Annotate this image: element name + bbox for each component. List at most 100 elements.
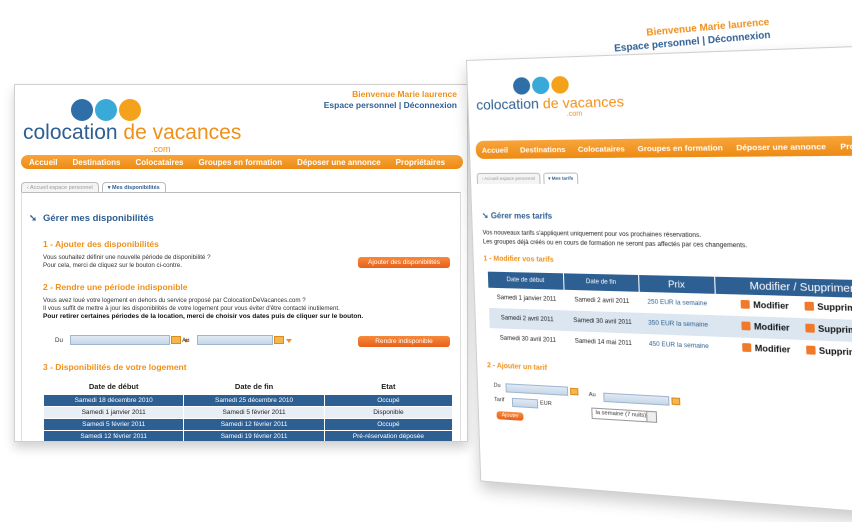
modify-button[interactable]: Modifier: [740, 300, 789, 311]
section-add-tariff-title: 2 - Ajouter un tarif: [486, 362, 548, 373]
nav-deposer-annonce[interactable]: Déposer une annonce: [736, 141, 826, 152]
date-to-input[interactable]: [603, 392, 670, 406]
availability-page-screenshot: Bienvenue Marie laurence Espace personne…: [14, 84, 468, 442]
delete-icon: [804, 301, 814, 312]
date-to-label: Au: [182, 337, 190, 344]
delete-icon: [805, 323, 815, 334]
cutlery-icon: [531, 76, 550, 95]
date-from-label: Du: [55, 337, 63, 344]
section-add-title: 1 - Ajouter des disponibilités: [43, 239, 159, 249]
calendar-icon[interactable]: [569, 387, 579, 396]
table-row: Samedi 1 janvier 2011 Samedi 5 février 2…: [42, 406, 454, 419]
table-row: Samedi 18 décembre 2010 Samedi 25 décemb…: [42, 394, 454, 407]
modify-button[interactable]: Modifier: [741, 321, 790, 333]
nav-groupes[interactable]: Groupes en formation: [637, 142, 723, 152]
house-icon: [71, 99, 93, 121]
nav-colocataires[interactable]: Colocataires: [578, 144, 625, 154]
section-unavailable-line1: Vous avez loué votre logement en dehors …: [43, 297, 306, 304]
brand-de: de vacances: [123, 121, 242, 144]
section-add-line1: Vous souhaitez définir une nouvelle péri…: [43, 254, 211, 261]
availability-table: Date de début Date de fin Etat Samedi 18…: [42, 380, 454, 441]
palm-tree-icon: [551, 75, 569, 94]
chevron-down-icon[interactable]: [286, 339, 292, 343]
date-to-input[interactable]: [197, 335, 273, 345]
col-state: Etat: [381, 382, 396, 391]
brand-name: colocation de vacances: [476, 93, 624, 113]
table-row: Samedi 12 février 2011 Samedi 19 février…: [42, 430, 454, 441]
edit-icon: [740, 300, 751, 310]
date-to-label: Au: [588, 391, 596, 399]
calendar-icon[interactable]: [171, 336, 181, 344]
nav-accueil[interactable]: Accueil: [482, 145, 509, 154]
tarifs-page-wrapper: colocation de vacances .com Accueil Dest…: [462, 0, 852, 522]
calendar-icon[interactable]: [671, 397, 681, 406]
add-tariff-button[interactable]: Ajouter: [496, 411, 525, 421]
modify-button[interactable]: Modifier: [742, 343, 791, 354]
logo-icons: [512, 75, 569, 95]
site-logo[interactable]: colocation de vacances .com: [23, 99, 241, 154]
date-from-input[interactable]: [505, 383, 569, 396]
date-from-input[interactable]: [70, 335, 170, 345]
nav-deposer-annonce[interactable]: Déposer une annonce: [297, 158, 381, 167]
edit-icon: [741, 321, 751, 331]
brand-name: colocation de vacances: [23, 121, 241, 145]
col-end-date: Date de fin: [563, 273, 639, 292]
make-unavailable-button[interactable]: Rendre indisponible: [358, 336, 450, 347]
nav-groupes[interactable]: Groupes en formation: [199, 158, 283, 167]
sub-tabs: ‹ Accueil espace personnel ▾ Mes disponi…: [21, 182, 166, 192]
nav-colocataires[interactable]: Colocataires: [135, 158, 183, 167]
edit-icon: [742, 343, 752, 353]
tab-mes-disponibilites[interactable]: ▾ Mes disponibilités: [101, 182, 166, 192]
section-unavailable-line3: Pour retirer certaines périodes de la lo…: [43, 313, 364, 320]
tarifs-table: Date de début Date de fin Prix Modifier …: [487, 271, 852, 366]
add-availability-button[interactable]: Ajouter des disponibilités: [358, 257, 450, 268]
arrow-icon: ➘: [481, 211, 491, 221]
delete-button[interactable]: Supprimer: [805, 323, 852, 335]
main-nav: Accueil Destinations Colocataires Groupe…: [21, 155, 463, 169]
brand-main: colocation: [23, 121, 118, 144]
section-availability-title: 3 - Disponibilités de votre logement: [43, 362, 187, 372]
tarifs-page-screenshot: colocation de vacances .com Accueil Dest…: [466, 44, 852, 517]
section-unavailable-line2: Il vous suffit de mettre à jour les disp…: [43, 305, 340, 312]
section-unavailable-title: 2 - Rendre une période indisponible: [43, 282, 188, 292]
col-end-date: Date de fin: [234, 382, 274, 391]
main-nav: Accueil Destinations Colocataires Groupe…: [475, 135, 852, 159]
chevron-down-icon: [646, 411, 657, 422]
table-row: Samedi 5 février 2011 Samedi 12 février …: [42, 418, 454, 431]
nav-proprietaires[interactable]: Propriétaires: [840, 140, 852, 151]
sub-tabs: ‹ Accueil espace personnel ▾ Mes tarifs: [476, 172, 579, 185]
col-price: Prix: [638, 275, 716, 294]
account-links[interactable]: Espace personnel | Déconnexion: [324, 100, 457, 111]
brand-de: de vacances: [542, 92, 625, 112]
tariff-input[interactable]: [511, 397, 539, 409]
page-title: ➘ Gérer mes disponibilités: [29, 213, 154, 224]
period-select[interactable]: la semaine (7 nuits): [591, 407, 658, 423]
delete-button[interactable]: Supprimer: [804, 301, 852, 313]
tab-mes-tarifs[interactable]: ▾ Mes tarifs: [542, 172, 579, 184]
delete-icon: [805, 345, 816, 355]
palm-tree-icon: [119, 99, 141, 121]
user-welcome: Bienvenue Marie laurence Espace personne…: [324, 89, 457, 111]
date-from-label: Du: [493, 382, 501, 390]
tab-accueil-espace[interactable]: ‹ Accueil espace personnel: [476, 172, 541, 185]
nav-destinations[interactable]: Destinations: [520, 144, 566, 154]
house-icon: [512, 77, 531, 95]
section-add-line2: Pour cela, merci de cliquez sur le bouto…: [43, 262, 182, 269]
nav-destinations[interactable]: Destinations: [72, 158, 120, 167]
delete-button[interactable]: Supprimer: [805, 345, 852, 358]
welcome-text: Bienvenue Marie laurence: [352, 89, 457, 99]
currency-label: EUR: [539, 400, 552, 408]
tab-accueil-espace[interactable]: ‹ Accueil espace personnel: [21, 182, 99, 192]
calendar-icon[interactable]: [274, 336, 284, 344]
period-select-value: la semaine (7 nuits): [595, 409, 647, 420]
arrow-icon: ➘: [29, 213, 37, 224]
nav-proprietaires[interactable]: Propriétaires: [396, 158, 445, 167]
site-logo[interactable]: colocation de vacances .com: [475, 74, 629, 127]
nav-accueil[interactable]: Accueil: [29, 158, 57, 167]
page-title: ➘ Gérer mes tarifs: [481, 211, 553, 221]
tariff-label: Tarif: [494, 396, 505, 404]
logo-icons: [71, 99, 141, 121]
col-start-date: Date de début: [88, 382, 139, 391]
cutlery-icon: [95, 99, 117, 121]
brand-com: .com: [151, 144, 171, 154]
